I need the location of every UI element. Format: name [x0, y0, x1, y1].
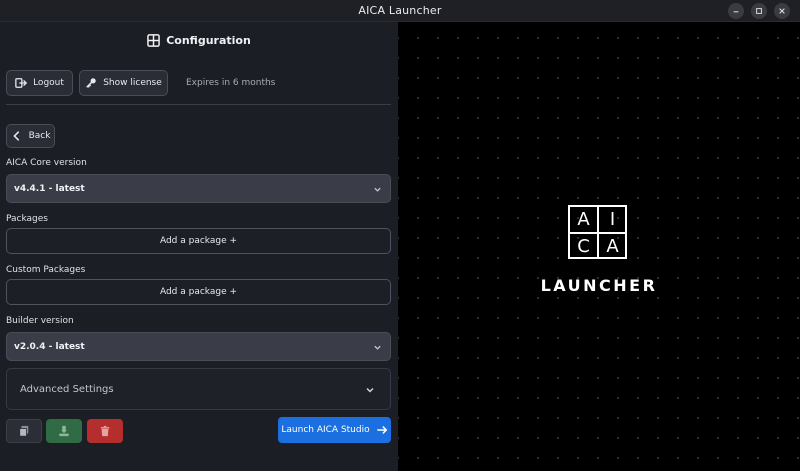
delete-config-button[interactable] [87, 419, 123, 443]
builder-version-label: Builder version [6, 316, 74, 326]
show-license-label: Show license [103, 78, 162, 88]
chevron-down-icon [374, 345, 381, 350]
logo-cell: A [577, 209, 590, 230]
page-title: Configuration [0, 34, 398, 47]
chevron-down-icon [366, 387, 374, 393]
core-version-label: AICA Core version [6, 158, 87, 168]
copy-config-button[interactable] [6, 419, 42, 443]
logout-button[interactable]: Logout [6, 70, 73, 96]
add-package-button[interactable]: Add a package + [6, 228, 391, 254]
close-icon [779, 8, 785, 14]
minimize-icon [733, 11, 739, 13]
key-icon [86, 78, 96, 88]
close-window-button[interactable] [774, 3, 790, 19]
maximize-button[interactable] [751, 3, 767, 19]
logo-cell: I [609, 209, 616, 230]
license-expiry-text: Expires in 6 months [186, 78, 276, 88]
branding-canvas: A I C A LAUNCHER [398, 22, 800, 471]
show-license-button[interactable]: Show license [79, 70, 168, 96]
aica-logo: A I C A [568, 205, 627, 259]
arrow-right-icon [376, 426, 387, 434]
minimize-button[interactable] [728, 3, 744, 19]
import-config-button[interactable] [46, 419, 82, 443]
copy-icon [19, 425, 29, 437]
chevron-left-icon [12, 131, 19, 141]
title-bar: AICA Launcher [0, 0, 800, 22]
logo-cell: C [577, 236, 590, 257]
import-icon [59, 425, 69, 437]
back-button[interactable]: Back [6, 124, 55, 148]
builder-version-select[interactable]: v2.0.4 - latest [6, 332, 391, 361]
launcher-wordmark: LAUNCHER [540, 276, 658, 295]
chevron-down-icon [374, 187, 381, 192]
launch-studio-label: Launch AICA Studio [281, 425, 370, 435]
back-label: Back [28, 131, 51, 141]
page-title-text: Configuration [166, 34, 251, 47]
window-title: AICA Launcher [358, 4, 442, 17]
logout-icon [15, 78, 28, 88]
launch-studio-button[interactable]: Launch AICA Studio [278, 417, 391, 443]
window-controls [728, 3, 790, 19]
packages-label: Packages [6, 214, 48, 224]
layout-icon [147, 34, 161, 47]
add-custom-package-button[interactable]: Add a package + [6, 279, 391, 305]
maximize-icon [756, 8, 762, 14]
logo-cell: A [606, 236, 619, 257]
custom-packages-label: Custom Packages [6, 265, 86, 275]
divider [6, 104, 391, 105]
logout-label: Logout [33, 78, 64, 88]
advanced-settings-toggle[interactable]: Advanced Settings [6, 368, 391, 410]
core-version-value: v4.4.1 - latest [14, 183, 85, 194]
configuration-panel: Configuration Logout Show license Expire… [0, 22, 398, 471]
core-version-select[interactable]: v4.4.1 - latest [6, 174, 391, 203]
advanced-settings-label: Advanced Settings [20, 383, 114, 395]
builder-version-value: v2.0.4 - latest [14, 341, 85, 352]
trash-icon [100, 425, 110, 437]
